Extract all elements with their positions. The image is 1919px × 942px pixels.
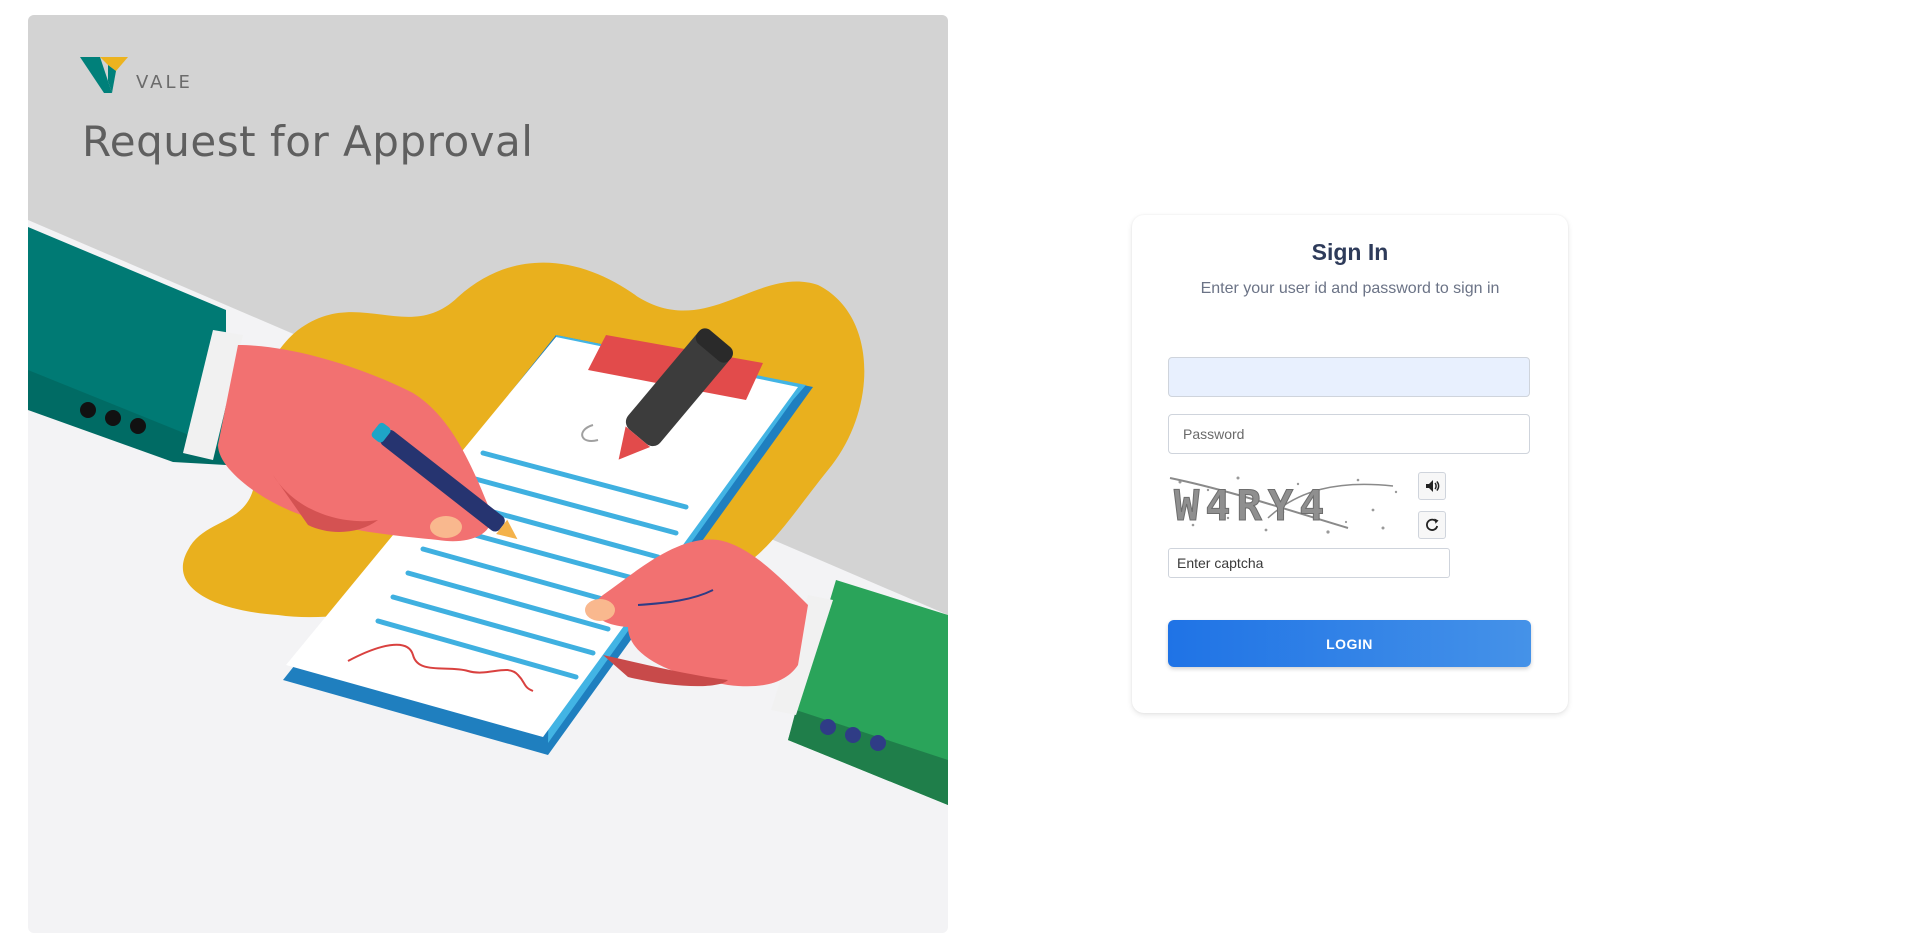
speaker-icon xyxy=(1426,480,1440,492)
captcha-refresh-button[interactable] xyxy=(1418,511,1446,539)
captcha-input[interactable] xyxy=(1168,548,1450,578)
captcha-text: W4RY4 xyxy=(1174,481,1330,530)
hero-panel: VALE Request for Approval xyxy=(28,15,948,933)
brand-name: VALE xyxy=(136,72,193,93)
captcha-audio-button[interactable] xyxy=(1418,472,1446,500)
password-input[interactable] xyxy=(1168,414,1530,454)
vale-logo: VALE xyxy=(78,53,193,95)
vale-logo-icon xyxy=(80,57,128,93)
signin-card: Sign In Enter your user id and password … xyxy=(1132,215,1568,713)
page-title: Request for Approval xyxy=(82,117,534,166)
userid-input[interactable] xyxy=(1168,357,1530,397)
signin-title: Sign In xyxy=(1311,239,1389,265)
captcha-image: W4RY4 xyxy=(1168,470,1408,540)
refresh-icon xyxy=(1426,518,1439,531)
signin-subtitle: Enter your user id and password to sign … xyxy=(1200,280,1500,297)
login-button[interactable]: LOGIN xyxy=(1168,620,1531,667)
login-page: VALE Request for Approval Sign In Enter … xyxy=(0,0,1919,942)
